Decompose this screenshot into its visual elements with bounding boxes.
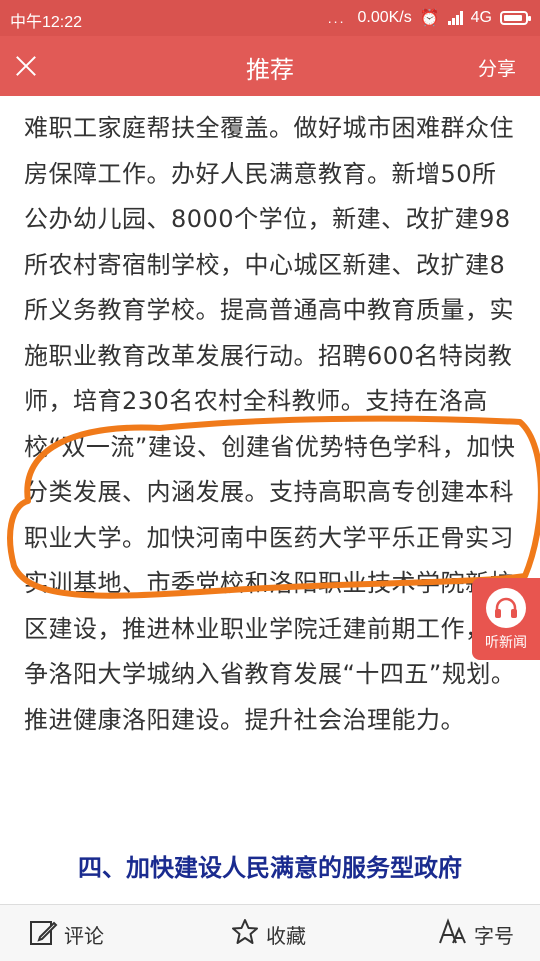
edit-icon [28, 917, 58, 952]
status-time: 中午12:22 [10, 14, 83, 31]
notification-dots: ... [327, 10, 346, 26]
comment-button[interactable]: 评论 [28, 917, 104, 952]
signal-icon [447, 11, 463, 25]
listen-news-button[interactable]: 听新闻 [472, 578, 540, 660]
star-icon [230, 917, 260, 952]
bottom-toolbar: 评论 收藏 字号 [0, 904, 540, 961]
share-button[interactable]: 分享 [478, 54, 516, 81]
comment-label: 评论 [64, 924, 104, 948]
font-size-label: 字号 [474, 924, 514, 948]
network-type: 4G [470, 9, 492, 26]
favorite-label: 收藏 [266, 924, 306, 948]
article-paragraph: 难职工家庭帮扶全覆盖。做好城市困难群众住房保障工作。办好人民满意教育。新增50所… [24, 114, 516, 734]
headphones-icon [486, 588, 526, 628]
favorite-button[interactable]: 收藏 [230, 917, 306, 952]
title-bar: 推荐 分享 [0, 36, 540, 96]
page-title: 推荐 [246, 56, 294, 84]
status-indicators: ... 0.00K/s ⏰ 4G [327, 8, 531, 28]
listen-news-label: 听新闻 [485, 635, 527, 651]
font-size-button[interactable]: 字号 [438, 917, 514, 952]
status-bar: 中午12:22 ... 0.00K/s ⏰ 4G [0, 0, 540, 36]
network-speed: 0.00K/s [357, 9, 412, 26]
battery-icon [500, 11, 531, 25]
article-content[interactable]: 难职工家庭帮扶全覆盖。做好城市困难群众住房保障工作。办好人民满意教育。新增50所… [0, 96, 540, 904]
section-heading: 四、加快建设人民满意的服务型政府 [78, 854, 462, 882]
alarm-icon: ⏰ [419, 10, 440, 27]
font-size-icon [438, 917, 468, 952]
